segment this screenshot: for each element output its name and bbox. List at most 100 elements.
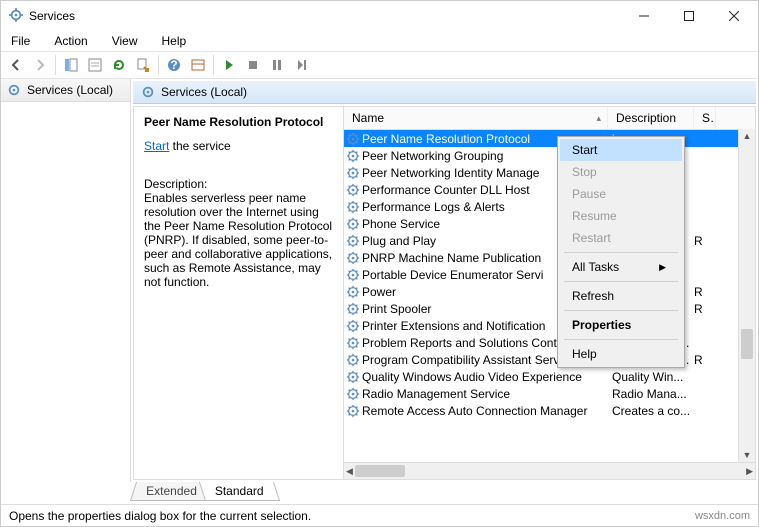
detail-action-suffix: the service bbox=[169, 139, 230, 153]
column-name[interactable]: Name▴ bbox=[344, 107, 608, 129]
service-status: R bbox=[694, 302, 716, 316]
tab-standard[interactable]: Standard bbox=[199, 482, 280, 501]
service-status: R bbox=[694, 285, 716, 299]
gear-icon bbox=[344, 387, 362, 401]
gear-icon bbox=[344, 200, 362, 214]
gear-icon bbox=[344, 166, 362, 180]
gear-icon bbox=[344, 217, 362, 231]
service-description: Creates a co... bbox=[608, 404, 694, 418]
gear-icon bbox=[344, 251, 362, 265]
vscroll-thumb[interactable] bbox=[741, 329, 753, 359]
window-title: Services bbox=[23, 9, 621, 23]
restart-service-button[interactable] bbox=[290, 54, 312, 76]
menu-bar: File Action View Help bbox=[1, 31, 758, 51]
hscroll-thumb[interactable] bbox=[355, 465, 405, 477]
service-row[interactable]: Peer Name Resolution Protocolis serv... bbox=[344, 130, 755, 147]
gear-icon bbox=[344, 404, 362, 418]
view-tabs: Extended Standard bbox=[1, 482, 758, 504]
status-text: Opens the properties dialog box for the … bbox=[9, 509, 311, 523]
detail-desc-label: Description: bbox=[144, 177, 333, 191]
scroll-right-icon[interactable]: ▶ bbox=[746, 466, 753, 477]
sort-asc-icon: ▴ bbox=[596, 113, 601, 124]
service-row[interactable]: Performance Counter DLL Hostis rem... bbox=[344, 181, 755, 198]
gear-icon bbox=[344, 353, 362, 367]
ctx-all-tasks[interactable]: All Tasks▶ bbox=[560, 256, 682, 278]
service-row[interactable]: Plug and Playis a c...R bbox=[344, 232, 755, 249]
scroll-up-icon[interactable]: ▲ bbox=[743, 131, 752, 141]
gear-icon bbox=[344, 302, 362, 316]
column-status[interactable]: S bbox=[694, 107, 716, 129]
show-hide-tree-button[interactable] bbox=[60, 54, 82, 76]
gear-icon bbox=[344, 336, 362, 350]
service-row[interactable]: Phone Servicees th... bbox=[344, 215, 755, 232]
service-description: Radio Mana... bbox=[608, 387, 694, 401]
tree-pane: Services (Local) bbox=[1, 79, 131, 482]
maximize-button[interactable] bbox=[666, 2, 711, 30]
detail-pane: Peer Name Resolution Protocol Start the … bbox=[134, 107, 344, 479]
scroll-left-icon[interactable]: ◀ bbox=[346, 466, 353, 477]
watermark: wsxdn.com bbox=[695, 510, 750, 522]
service-row[interactable]: Portable Device Enumerator Servies gr... bbox=[344, 266, 755, 283]
service-status: R bbox=[694, 353, 716, 367]
app-icon bbox=[9, 8, 23, 25]
gear-icon bbox=[344, 149, 362, 163]
service-row[interactable]: Print Spoolervice ...R bbox=[344, 300, 755, 317]
refresh-button[interactable] bbox=[108, 54, 130, 76]
services-list: Name▴ Description S Peer Name Resolution… bbox=[344, 107, 755, 479]
service-row[interactable]: Remote Access Auto Connection ManagerCre… bbox=[344, 402, 755, 419]
close-button[interactable] bbox=[711, 2, 756, 30]
context-menu: Start Stop Pause Resume Restart All Task… bbox=[557, 136, 685, 368]
start-service-button[interactable] bbox=[218, 54, 240, 76]
service-row[interactable]: Peer Networking Identity Managees ide... bbox=[344, 164, 755, 181]
properties-button[interactable] bbox=[84, 54, 106, 76]
content-header-label: Services (Local) bbox=[161, 85, 247, 99]
ctx-pause: Pause bbox=[560, 183, 682, 205]
submenu-arrow-icon: ▶ bbox=[659, 262, 666, 273]
status-bar: Opens the properties dialog box for the … bbox=[1, 504, 758, 526]
menu-file[interactable]: File bbox=[7, 32, 34, 50]
service-row[interactable]: PNRP Machine Name Publicationvice ... bbox=[344, 249, 755, 266]
title-bar: Services bbox=[1, 1, 758, 31]
service-row[interactable]: Problem Reports and Solutions Control Pa… bbox=[344, 334, 755, 351]
gear-icon bbox=[344, 370, 362, 384]
column-description[interactable]: Description bbox=[608, 107, 694, 129]
detail-desc-text: Enables serverless peer name resolution … bbox=[144, 191, 333, 289]
ctx-resume: Resume bbox=[560, 205, 682, 227]
menu-help[interactable]: Help bbox=[158, 32, 191, 50]
service-row[interactable]: Poweres p...R bbox=[344, 283, 755, 300]
service-name: Remote Access Auto Connection Manager bbox=[362, 404, 608, 418]
service-name: Quality Windows Audio Video Experience bbox=[362, 370, 608, 384]
forward-button[interactable] bbox=[29, 54, 51, 76]
export-list-button[interactable] bbox=[132, 54, 154, 76]
service-name: Radio Management Service bbox=[362, 387, 608, 401]
ctx-help[interactable]: Help bbox=[560, 343, 682, 365]
ctx-properties[interactable]: Properties bbox=[560, 314, 682, 336]
ctx-start[interactable]: Start bbox=[560, 139, 682, 161]
scroll-down-icon[interactable]: ▼ bbox=[743, 450, 752, 460]
service-row[interactable]: Peer Networking Groupingis mul... bbox=[344, 147, 755, 164]
start-link[interactable]: Start bbox=[144, 139, 169, 153]
tree-root-item[interactable]: Services (Local) bbox=[1, 79, 130, 102]
svg-text:?: ? bbox=[170, 58, 177, 72]
ctx-restart: Restart bbox=[560, 227, 682, 249]
menu-action[interactable]: Action bbox=[50, 32, 91, 50]
toolbar: ? bbox=[1, 51, 758, 79]
vertical-scrollbar[interactable]: ▲ ▼ bbox=[738, 129, 755, 462]
service-row[interactable]: Printer Extensions and Notificationvice … bbox=[344, 317, 755, 334]
service-row[interactable]: Radio Management ServiceRadio Mana... bbox=[344, 385, 755, 402]
ctx-refresh[interactable]: Refresh bbox=[560, 285, 682, 307]
stop-service-button[interactable] bbox=[242, 54, 264, 76]
service-row[interactable]: Quality Windows Audio Video ExperienceQu… bbox=[344, 368, 755, 385]
minimize-button[interactable] bbox=[621, 2, 666, 30]
help-button[interactable]: ? bbox=[163, 54, 185, 76]
service-row[interactable]: Program Compatibility Assistant ServiceT… bbox=[344, 351, 755, 368]
back-button[interactable] bbox=[5, 54, 27, 76]
pause-service-button[interactable] bbox=[266, 54, 288, 76]
detail-title: Peer Name Resolution Protocol bbox=[144, 115, 333, 129]
horizontal-scrollbar[interactable]: ◀ ▶ bbox=[344, 462, 755, 479]
ctx-stop: Stop bbox=[560, 161, 682, 183]
toolbar-icon[interactable] bbox=[187, 54, 209, 76]
menu-view[interactable]: View bbox=[108, 32, 142, 50]
service-row[interactable]: Performance Logs & Alertsmanc... bbox=[344, 198, 755, 215]
tree-root-label: Services (Local) bbox=[27, 83, 113, 97]
